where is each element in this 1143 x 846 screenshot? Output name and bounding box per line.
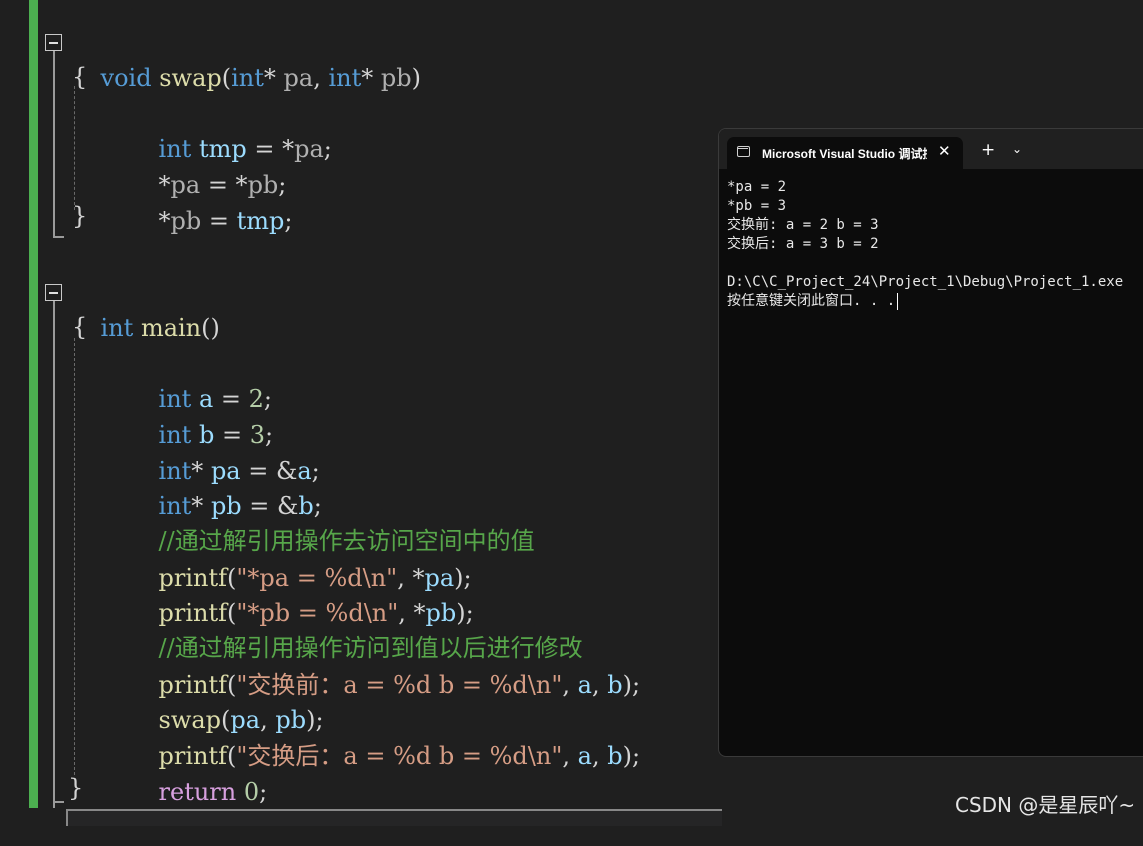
token-param: pb (170, 207, 202, 235)
console-prompt-line: 按任意键关闭此窗口. . . (727, 292, 899, 311)
token-punct: , (313, 64, 329, 92)
new-tab-icon[interactable]: + (981, 140, 995, 160)
token-punct: * (158, 207, 171, 235)
token-keyword: int (231, 64, 264, 92)
token-punct: ); (622, 671, 641, 699)
code-line-8[interactable]: { (72, 309, 87, 345)
debug-console-window[interactable]: Microsoft Visual Studio 调试控制台 ✕ + ⌄ *pa … (718, 128, 1143, 757)
token-string: "交换后：a = %d b = %d\n" (236, 742, 563, 770)
code-line-14[interactable]: printf("*pa = %d\n", *pa); (70, 524, 472, 592)
code-line-18[interactable]: swap(pa, pb); (70, 666, 324, 734)
code-line-7[interactable]: int main() (70, 274, 220, 342)
token-brace: { (72, 313, 88, 341)
console-output-line: 交换前: a = 2 b = 3 (727, 217, 879, 233)
code-editor[interactable]: void swap(int* pa, int* pb) { int tmp = … (0, 0, 722, 826)
code-line-1[interactable]: void swap(int* pa, int* pb) (70, 24, 421, 92)
token-param: pa (294, 135, 324, 163)
code-line-16[interactable]: //通过解引用操作访问到值以后进行修改 (70, 594, 583, 662)
token-punct: , (562, 671, 578, 699)
console-output-line: 交换后: a = 3 b = 2 (727, 236, 879, 252)
watermark: CSDN @是星辰吖~ (955, 793, 1136, 817)
code-line-12[interactable]: int* pb = &b; (70, 452, 322, 520)
console-tab-title: Microsoft Visual Studio 调试控制台 (762, 147, 927, 161)
token-variable: a (577, 671, 592, 699)
close-tab-icon[interactable]: ✕ (938, 142, 951, 160)
collapse-swap-icon[interactable] (45, 34, 62, 51)
text-cursor (897, 292, 899, 310)
code-line-21[interactable]: } (68, 770, 83, 806)
code-line-10[interactable]: int b = 3; (70, 381, 274, 449)
code-line-11[interactable]: int* pa = &a; (70, 417, 320, 485)
token-variable: b (607, 671, 623, 699)
token-punct: , (591, 671, 608, 699)
change-indicator-bar (29, 0, 38, 808)
token-variable: a (577, 742, 592, 770)
code-line-3[interactable]: int tmp = *pa; (70, 95, 332, 163)
token-punct: , (562, 742, 578, 770)
fold-guide-swap-end (53, 236, 64, 238)
code-line-5[interactable]: *pb = tmp; (70, 167, 293, 235)
code-line-2[interactable]: { (72, 59, 87, 95)
console-tab[interactable]: Microsoft Visual Studio 调试控制台 ✕ (727, 137, 963, 169)
code-line-6[interactable]: } (72, 198, 87, 234)
token-variable: tmp (236, 207, 285, 235)
token-keyword: int (328, 64, 362, 92)
fold-guide-main-end (53, 801, 64, 803)
token-function: main (140, 314, 202, 342)
console-prompt-text: 按任意键关闭此窗口. . . (727, 293, 896, 309)
fold-guide-main (53, 301, 55, 808)
token-param: pb (380, 64, 412, 92)
console-output-line: D:\C\C_Project_24\Project_1\Debug\Projec… (727, 274, 1124, 290)
horizontal-scrollbar[interactable] (66, 809, 722, 826)
token-keyword: int (100, 314, 134, 342)
console-app-icon (737, 146, 750, 157)
console-titlebar[interactable]: Microsoft Visual Studio 调试控制台 ✕ + ⌄ (719, 129, 1143, 169)
token-punct: () (201, 314, 220, 342)
console-output-line: *pb = 3 (727, 198, 787, 214)
chevron-down-icon[interactable]: ⌄ (1012, 142, 1022, 156)
code-line-9[interactable]: int a = 2; (70, 345, 272, 413)
token-brace: } (68, 774, 84, 802)
token-punct: ; (323, 135, 332, 163)
code-line-17[interactable]: printf("交换前：a = %d b = %d\n", a, b); (70, 631, 641, 699)
token-punct: * (263, 64, 284, 92)
token-punct: ; (284, 207, 293, 235)
token-punct: ; (259, 778, 268, 806)
code-line-15[interactable]: printf("*pb = %d\n", *pb); (70, 559, 474, 627)
token-punct: ) (411, 64, 421, 92)
fold-guide-swap (53, 51, 55, 237)
token-variable: b (607, 742, 623, 770)
token-keyword: void (100, 64, 152, 92)
token-brace: { (72, 63, 88, 91)
token-punct: = (201, 207, 237, 235)
code-line-4[interactable]: *pa = *pb; (70, 131, 287, 199)
code-line-20[interactable]: return 0; (70, 738, 268, 806)
token-punct: , (591, 742, 608, 770)
token-number: 0 (243, 778, 260, 806)
token-punct: * (361, 64, 381, 92)
collapse-main-icon[interactable] (45, 284, 62, 301)
console-output-line: *pa = 2 (727, 179, 787, 195)
token-param: pa (283, 64, 314, 92)
token-function: swap (159, 64, 222, 92)
code-line-19[interactable]: printf("交换后：a = %d b = %d\n", a, b); (70, 702, 641, 770)
token-brace: } (72, 202, 88, 230)
token-punct: ( (221, 64, 232, 92)
token-punct: ); (622, 742, 641, 770)
token-keyword: return (158, 778, 237, 806)
code-line-13[interactable]: //通过解引用操作去访问空间中的值 (70, 487, 535, 555)
